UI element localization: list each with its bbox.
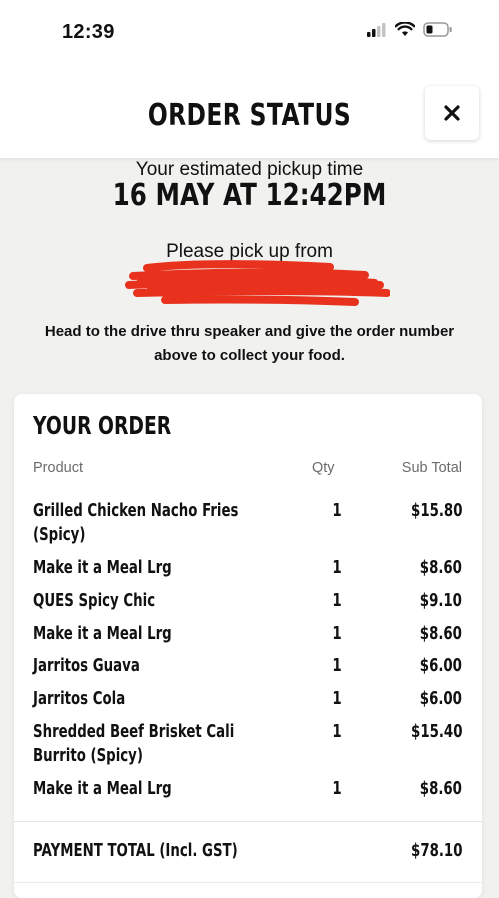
signal-icon — [367, 22, 386, 37]
order-item-product: Make it a Meal Lrg — [33, 557, 172, 578]
order-item-subtotal: $9.10 — [419, 590, 462, 611]
order-item-subtotal: $8.60 — [419, 778, 462, 799]
order-item-subtotal: $8.60 — [419, 557, 462, 578]
order-item-qty: 1 — [332, 500, 342, 521]
redaction-scribble — [125, 260, 390, 306]
order-item-product: Jarritos Guava — [33, 655, 140, 676]
order-item-qty: 1 — [332, 688, 342, 709]
order-item-product: QUES Spicy Chic — [33, 590, 156, 611]
close-icon — [444, 105, 460, 121]
order-item-qty: 1 — [332, 590, 342, 611]
card-bottom-divider — [14, 882, 482, 883]
payment-total-label: PAYMENT TOTAL (Incl. GST) — [33, 840, 238, 861]
column-header-product: Product — [33, 460, 83, 476]
column-header-subtotal: Sub Total — [401, 460, 462, 476]
order-item-qty: 1 — [332, 557, 342, 578]
order-item-product: Make it a Meal Lrg — [33, 778, 172, 799]
order-item-qty: 1 — [332, 655, 342, 676]
total-divider — [14, 821, 482, 822]
wifi-icon — [395, 22, 415, 36]
pickup-instructions: Head to the drive thru speaker and give … — [44, 323, 455, 364]
order-item-subtotal: $6.00 — [419, 688, 462, 709]
column-header-qty: Qty — [312, 460, 335, 476]
status-time: 12:39 — [62, 21, 115, 43]
page-title: ORDER STATUS — [147, 98, 352, 133]
order-item-qty: 1 — [332, 778, 342, 799]
status-icons — [367, 22, 453, 37]
order-title: YOUR ORDER — [33, 411, 172, 440]
order-item-subtotal: $15.40 — [410, 721, 462, 742]
close-button[interactable] — [425, 86, 479, 140]
order-item-subtotal: $15.80 — [410, 500, 462, 521]
order-item-subtotal: $6.00 — [419, 655, 462, 676]
header: ORDER STATUS — [0, 60, 499, 158]
order-item-product: Make it a Meal Lrg — [33, 623, 172, 644]
battery-icon — [423, 22, 452, 37]
order-item-qty: 1 — [332, 721, 342, 742]
order-card: YOUR ORDER Product Qty Sub Total Grilled… — [14, 394, 482, 898]
order-item-subtotal: $8.60 — [419, 623, 462, 644]
order-item-product: Grilled Chicken Nacho Fries (Spicy) — [33, 500, 239, 545]
pickup-time: 16 MAY AT 12:42PM — [112, 178, 387, 213]
order-item-qty: 1 — [332, 623, 342, 644]
order-item-product: Shredded Beef Brisket Cali Burrito (Spic… — [33, 721, 235, 766]
payment-total-value: $78.10 — [410, 840, 462, 861]
order-item-product: Jarritos Cola — [33, 688, 126, 709]
status-bar: 12:39 — [0, 0, 499, 60]
